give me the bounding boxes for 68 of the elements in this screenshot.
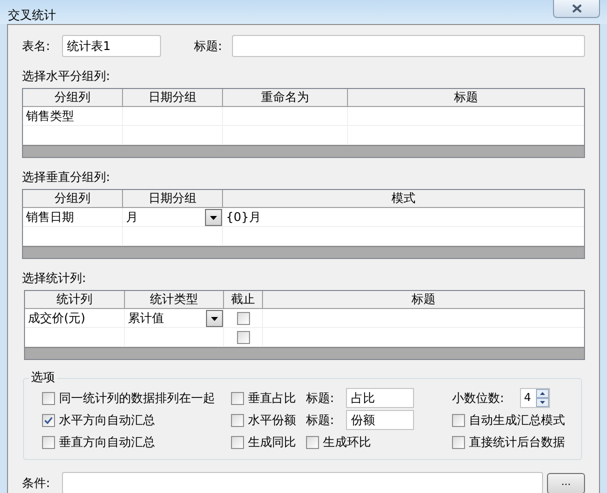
checkbox[interactable] bbox=[42, 392, 55, 404]
down-arrow-icon bbox=[540, 401, 545, 404]
checkbox[interactable] bbox=[231, 392, 244, 404]
caret-icon bbox=[211, 316, 218, 320]
checkbox-label: 水平方向自动汇总 bbox=[59, 412, 155, 429]
field-label: 标题: bbox=[306, 412, 336, 429]
input-field[interactable] bbox=[232, 35, 585, 57]
section-label: 选择垂直分组列: bbox=[22, 170, 112, 185]
table-cell: 累计值 bbox=[128, 311, 164, 326]
checkbox[interactable] bbox=[231, 436, 244, 448]
column-header[interactable]: 标题 bbox=[263, 291, 584, 308]
group-title: 选项 bbox=[29, 370, 57, 385]
table-cell: 月 bbox=[126, 210, 138, 225]
table-cell: 成交价(元) bbox=[28, 311, 86, 326]
up-arrow-icon bbox=[540, 392, 545, 395]
close-button[interactable] bbox=[553, 0, 600, 18]
checkbox[interactable] bbox=[236, 312, 250, 325]
caret-icon bbox=[210, 216, 217, 220]
data-grid[interactable]: 分组列 日期分组 重命名为 标题 销售类型 bbox=[22, 88, 585, 158]
input-field[interactable]: 统计表1 bbox=[62, 35, 161, 57]
data-grid[interactable]: 分组列 日期分组 模式 销售日期 月 {0}月 bbox=[22, 189, 585, 259]
column-header[interactable]: 分组列 bbox=[23, 190, 123, 207]
column-header[interactable]: 日期分组 bbox=[123, 89, 223, 106]
field-label: 小数位数: bbox=[452, 390, 506, 407]
dropdown-button[interactable] bbox=[205, 209, 222, 226]
table-cell: 销售日期 bbox=[26, 210, 74, 225]
table-cell: {0}月 bbox=[226, 210, 261, 225]
checkbox[interactable] bbox=[452, 414, 465, 426]
column-header[interactable]: 截止 bbox=[224, 291, 263, 308]
checkbox[interactable] bbox=[452, 436, 465, 448]
column-header[interactable]: 日期分组 bbox=[123, 190, 223, 207]
checkbox-label: 垂直占比 bbox=[248, 390, 296, 407]
table-cell: 销售类型 bbox=[26, 109, 74, 124]
browse-button[interactable]: ... bbox=[547, 472, 585, 493]
field-label: 标题: bbox=[194, 38, 224, 55]
column-header[interactable]: 重命名为 bbox=[223, 89, 348, 106]
field-label: 标题: bbox=[306, 390, 336, 407]
window-title: 交叉统计 bbox=[8, 7, 56, 24]
column-header[interactable]: 标题 bbox=[348, 89, 584, 106]
checkbox[interactable] bbox=[236, 331, 250, 344]
dropdown-button[interactable] bbox=[206, 310, 223, 327]
data-grid[interactable]: 统计列 统计类型 截止 标题 成交价(元) 累计值 bbox=[24, 290, 585, 360]
field-label: 表名: bbox=[22, 38, 52, 55]
column-header[interactable]: 统计类型 bbox=[125, 291, 224, 308]
section-label: 选择统计列: bbox=[22, 271, 88, 286]
spin-down-button[interactable] bbox=[536, 398, 549, 407]
checkbox[interactable] bbox=[306, 436, 319, 448]
column-header[interactable]: 统计列 bbox=[25, 291, 125, 308]
column-header[interactable]: 分组列 bbox=[23, 89, 123, 106]
input-field[interactable] bbox=[62, 472, 543, 493]
checkbox-label: 同一统计列的数据排列在一起 bbox=[59, 390, 215, 407]
field-label: 条件: bbox=[22, 475, 52, 492]
checkbox[interactable] bbox=[231, 414, 244, 426]
checkbox-label: 生成环比 bbox=[323, 434, 371, 451]
spin-field[interactable]: 4 bbox=[520, 388, 550, 408]
section-label: 选择水平分组列: bbox=[22, 69, 112, 84]
checkbox-label: 水平份额 bbox=[248, 412, 296, 429]
close-icon bbox=[572, 4, 582, 13]
spin-up-button[interactable] bbox=[536, 389, 549, 398]
checkbox[interactable] bbox=[42, 436, 55, 448]
column-header[interactable]: 模式 bbox=[223, 190, 584, 207]
input-field[interactable]: 份额 bbox=[346, 410, 414, 430]
checkbox[interactable] bbox=[42, 414, 55, 426]
checkbox-label: 自动生成汇总模式 bbox=[469, 412, 565, 429]
input-field[interactable]: 占比 bbox=[346, 388, 414, 408]
checkbox-label: 生成同比 bbox=[248, 434, 296, 451]
checkbox-label: 直接统计后台数据 bbox=[469, 434, 565, 451]
checkbox-label: 垂直方向自动汇总 bbox=[59, 434, 155, 451]
